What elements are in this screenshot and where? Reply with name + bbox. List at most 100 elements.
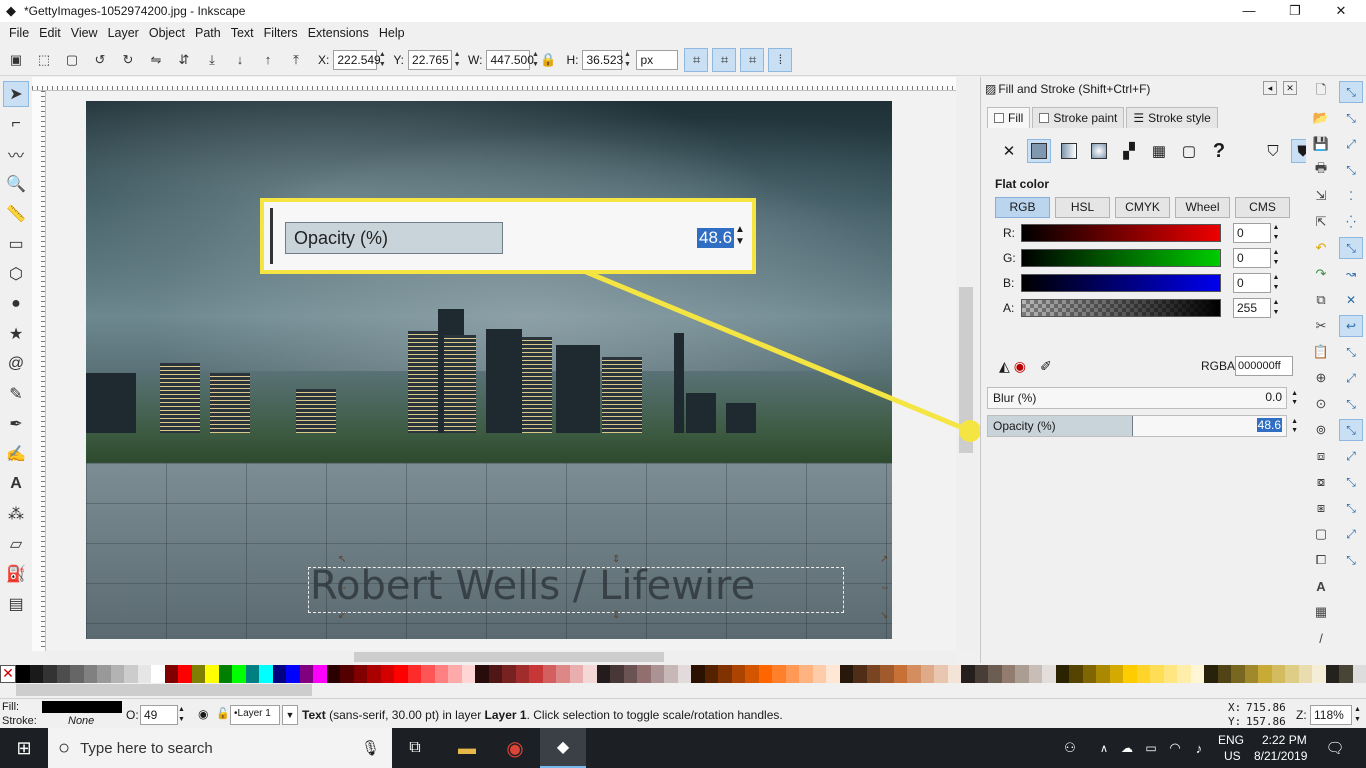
snap-cusp-icon[interactable]: ↩ [1339, 315, 1363, 337]
palette-swatch[interactable] [1298, 665, 1312, 683]
paste-icon[interactable]: 📋 [1310, 341, 1332, 363]
flip-horizontal-icon[interactable]: ⇋ [144, 48, 168, 72]
snap-text-baseline-icon[interactable]: ⤡ [1339, 471, 1363, 493]
zoom-drawing-icon[interactable]: ⊙ [1310, 393, 1332, 415]
opacity-indicator-field[interactable]: 49 [140, 705, 178, 725]
rotate-handle-top-left[interactable]: ↖ [338, 555, 348, 565]
scale-corners-icon[interactable]: ⌗ [712, 47, 737, 72]
snap-midpoints-icon[interactable]: ⤢ [1339, 367, 1363, 389]
snap-intersections-icon[interactable]: ✕ [1339, 289, 1363, 311]
palette-swatch[interactable] [920, 665, 934, 683]
palette-swatch[interactable] [583, 665, 597, 683]
no-color-swatch[interactable]: ✕ [0, 665, 16, 683]
raise-to-top-icon[interactable]: ⤒ [284, 48, 308, 72]
palette-swatch[interactable] [164, 665, 178, 683]
inkscape-taskbar-icon[interactable]: ◆ [540, 728, 586, 768]
palette-swatch[interactable] [569, 665, 583, 683]
rgba-field[interactable]: 000000ff [1235, 356, 1293, 376]
panel-close-icon[interactable]: ✕ [1283, 81, 1297, 95]
palette-swatch[interactable] [272, 665, 286, 683]
palette-swatch[interactable] [610, 665, 624, 683]
menu-filters[interactable]: Filters [259, 26, 303, 40]
tab-stroke-paint[interactable]: Stroke paint [1032, 107, 1125, 128]
palette-swatch[interactable] [1163, 665, 1177, 683]
snap-bbox-midpoint-icon[interactable]: ⁚ [1339, 185, 1363, 207]
palette-swatch[interactable] [853, 665, 867, 683]
canvas-text[interactable]: Robert Wells / Lifewire [310, 563, 850, 609]
deselect-icon[interactable]: ▢ [60, 48, 84, 72]
people-icon[interactable]: ⚇ [1058, 728, 1082, 768]
vertical-scroll-thumb[interactable] [959, 287, 973, 453]
palette-swatch[interactable] [1231, 665, 1245, 683]
select-all-icon[interactable]: ▣ [4, 48, 28, 72]
windows-start-icon[interactable]: ⊞ [0, 728, 48, 768]
palette-swatch[interactable] [1069, 665, 1083, 683]
scale-handle-left[interactable]: ⇔ [338, 583, 348, 593]
rectangle-tool-icon[interactable]: ▭ [3, 231, 29, 257]
palette-swatch[interactable] [961, 665, 975, 683]
language-line2[interactable]: US [1224, 749, 1241, 763]
palette-swatch[interactable] [745, 665, 759, 683]
palette-swatch[interactable] [1015, 665, 1029, 683]
palette-swatch[interactable] [394, 665, 408, 683]
vertical-scrollbar[interactable] [956, 77, 978, 651]
snap-bbox-corner-icon[interactable]: ⤡ [1339, 159, 1363, 181]
horizontal-ruler[interactable] [32, 77, 956, 91]
palette-swatch[interactable] [1285, 665, 1299, 683]
scale-handle-top[interactable]: ⇕ [612, 555, 622, 565]
palette-swatch[interactable] [1028, 665, 1042, 683]
menu-path[interactable]: Path [190, 26, 226, 40]
opacity-indicator-spin[interactable]: ▲ ▼ [178, 705, 185, 725]
palette-swatch[interactable] [1150, 665, 1164, 683]
wifi-icon[interactable]: ◠ [1164, 728, 1186, 768]
rotate-cw-icon[interactable]: ↻ [116, 48, 140, 72]
close-button[interactable]: ✕ [1318, 0, 1364, 22]
palette-swatch[interactable] [772, 665, 786, 683]
x-spin[interactable]: ▲ ▼ [377, 50, 387, 70]
palette-swatch[interactable] [866, 665, 880, 683]
alpha-spin[interactable]: ▲ ▼ [1271, 298, 1281, 318]
swatch-icon[interactable]: ▦ [1147, 139, 1171, 163]
red-spin[interactable]: ▲ ▼ [1271, 223, 1281, 243]
palette-swatch[interactable] [542, 665, 556, 683]
ungroup-icon[interactable]: ⧠ [1310, 549, 1332, 571]
palette-swatch[interactable] [1136, 665, 1150, 683]
stroke-indicator-value[interactable]: None [68, 715, 94, 727]
unit-select[interactable]: px [636, 49, 679, 70]
notifications-icon[interactable]: 🗨 [1320, 728, 1350, 768]
palette-swatch[interactable] [623, 665, 637, 683]
group-icon[interactable]: ▢ [1310, 523, 1332, 545]
mode-rgb[interactable]: RGB [995, 197, 1050, 218]
w-field[interactable]: 447.500 [486, 49, 534, 70]
palette-swatch[interactable] [1204, 665, 1218, 683]
undo-icon[interactable]: ↶ [1310, 237, 1332, 259]
palette-swatch[interactable] [124, 665, 138, 683]
alpha-value[interactable]: 255 [1233, 298, 1271, 318]
palette-swatch[interactable] [29, 665, 43, 683]
pen-tool-icon[interactable]: ✒ [3, 411, 29, 437]
palette-swatch[interactable] [650, 665, 664, 683]
palette-swatch[interactable] [56, 665, 70, 683]
red-slider[interactable] [1021, 224, 1221, 242]
palette-swatch[interactable] [1190, 665, 1204, 683]
palette-swatch[interactable] [1042, 665, 1056, 683]
palette-swatch[interactable] [1055, 665, 1069, 683]
w-spin[interactable]: ▲ ▼ [530, 50, 540, 70]
palette-swatch[interactable] [205, 665, 219, 683]
unlink-clone-icon[interactable]: ⧆ [1310, 497, 1332, 519]
volume-icon[interactable]: ♪ [1188, 728, 1210, 768]
palette-swatch[interactable] [785, 665, 799, 683]
palette-swatch[interactable] [515, 665, 529, 683]
snap-bbox-icon[interactable]: ⤡ [1339, 107, 1363, 129]
fill-rule-evenodd-icon[interactable]: ⛉ [1261, 139, 1285, 163]
fill-indicator-swatch[interactable] [42, 701, 122, 713]
palette-swatch[interactable] [299, 665, 313, 683]
lower-icon[interactable]: ↓ [228, 48, 252, 72]
h-spin[interactable]: ▲ ▼ [622, 50, 632, 70]
eyedropper-icon[interactable]: ✐ [1040, 358, 1052, 375]
menu-layer[interactable]: Layer [103, 26, 144, 40]
pattern-icon[interactable]: ▞ [1117, 139, 1141, 163]
network-alert-icon[interactable]: ☁ [1116, 728, 1138, 768]
palette-swatch[interactable] [367, 665, 381, 683]
zoom-page-icon[interactable]: ⊚ [1310, 419, 1332, 441]
